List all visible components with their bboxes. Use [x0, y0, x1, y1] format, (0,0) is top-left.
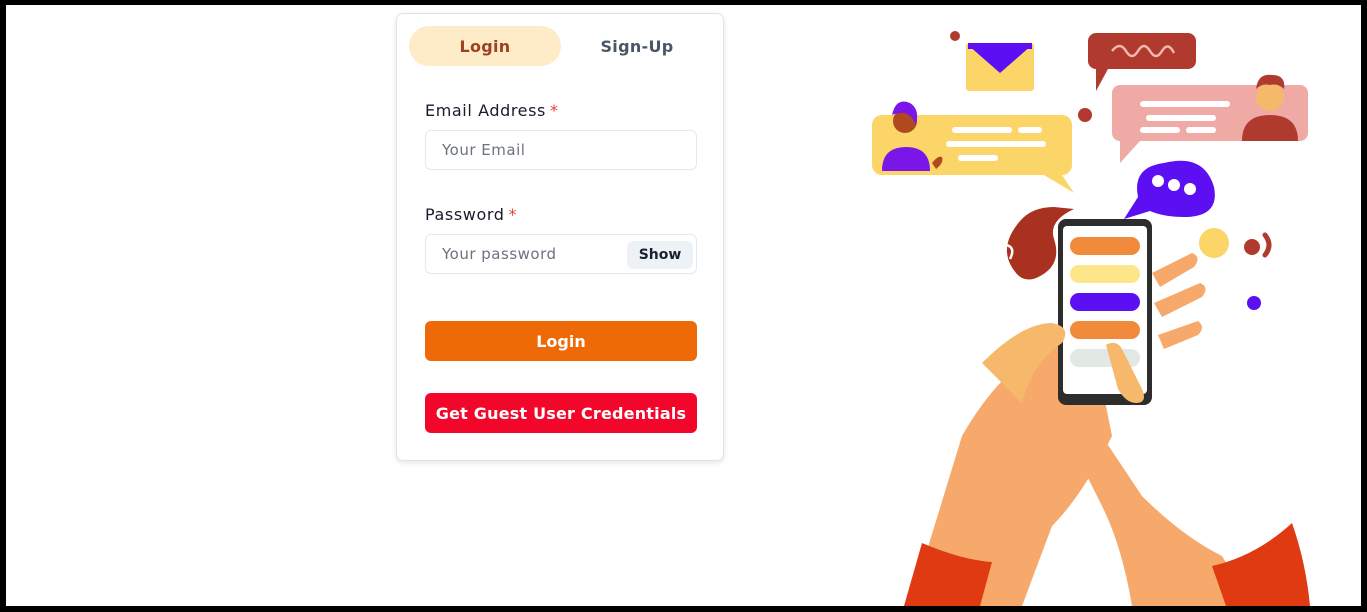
show-password-button[interactable]: Show [627, 241, 693, 269]
decor-dot-icon [950, 31, 960, 41]
typing-bubble-icon [1124, 160, 1215, 219]
tab-signup[interactable]: Sign-Up [561, 26, 713, 66]
email-field[interactable] [425, 130, 697, 170]
tab-login[interactable]: Login [409, 26, 561, 66]
login-button[interactable]: Login [425, 321, 697, 361]
decor-dot-icon [1078, 108, 1092, 122]
speech-bubble-icon [1088, 33, 1196, 91]
password-required-mark: * [508, 205, 518, 224]
decor-dot-icon [1199, 228, 1229, 258]
auth-card: Login Sign-Up Email Address* Password* S… [396, 13, 724, 461]
email-label-text: Email Address [425, 101, 546, 120]
decor-dot-icon [1244, 239, 1260, 255]
hands-phone-icon [904, 219, 1310, 606]
auth-tabs: Login Sign-Up [409, 26, 713, 66]
page-viewport: Login Sign-Up Email Address* Password* S… [6, 5, 1361, 606]
email-required-mark: * [550, 101, 559, 120]
guest-credentials-button[interactable]: Get Guest User Credentials [425, 393, 697, 433]
password-label-text: Password [425, 205, 505, 224]
password-label: Password * [425, 205, 517, 224]
envelope-icon [966, 43, 1034, 91]
decor-dot-icon [1247, 296, 1261, 310]
chat-app-illustration [872, 31, 1310, 606]
email-label: Email Address * [425, 101, 559, 120]
